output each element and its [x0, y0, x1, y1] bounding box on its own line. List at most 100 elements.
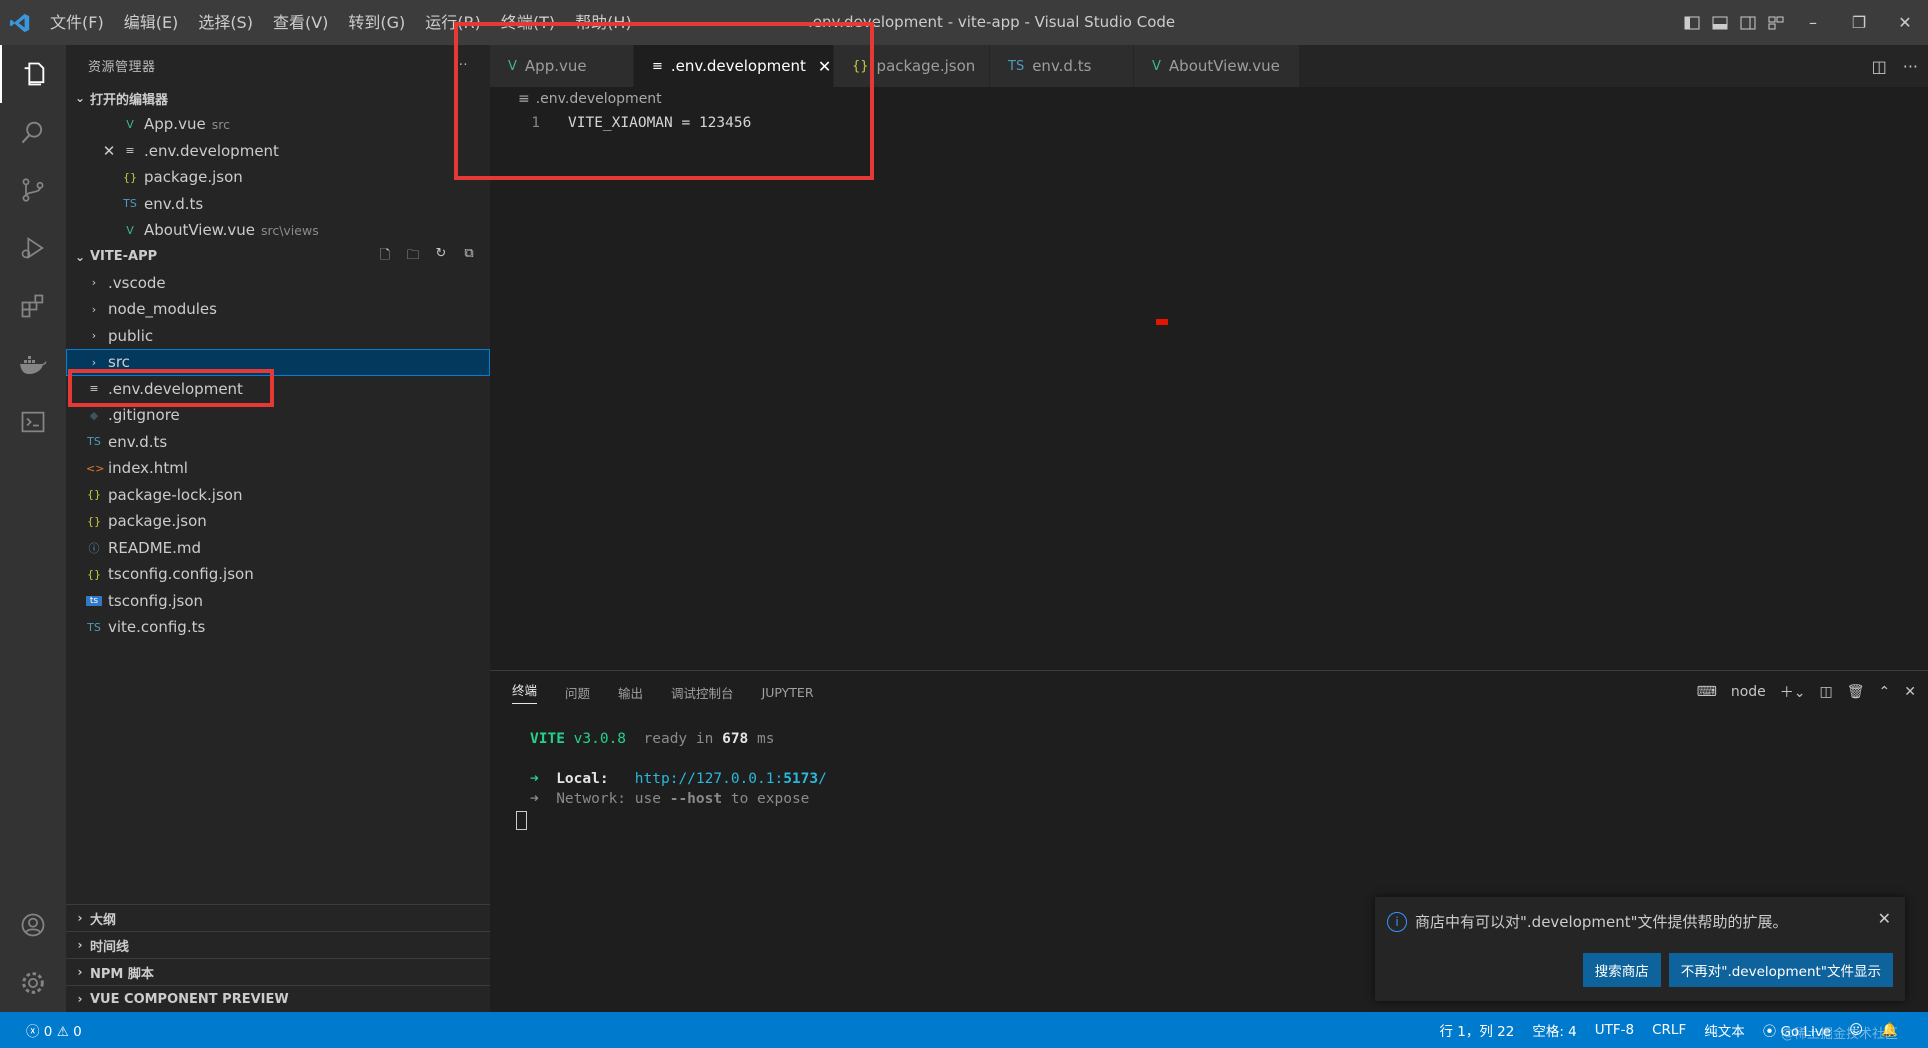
- tab-jupyter[interactable]: JUPYTER: [762, 685, 814, 700]
- tab-aboutview-vue[interactable]: V AboutView.vue: [1134, 45, 1300, 87]
- notification-buttons: 搜索商店 不再对".development"文件显示: [1582, 953, 1893, 987]
- open-editor-item[interactable]: TS env.d.ts: [66, 191, 490, 218]
- menu-selection[interactable]: 选择(S): [188, 0, 263, 45]
- editor-tabs: V App.vue ≡ .env.development ✕ {} packag…: [490, 45, 1928, 87]
- vue-preview-section[interactable]: › VUE COMPONENT PREVIEW: [66, 985, 490, 1012]
- folder-item-selected[interactable]: › src: [66, 349, 490, 376]
- project-section[interactable]: ⌄ VITE-APP 🗋 🗀 ↻ ⧉: [66, 244, 490, 270]
- menu-help[interactable]: 帮助(H): [565, 0, 642, 45]
- end-of-line[interactable]: CRLF: [1652, 1022, 1686, 1038]
- tab-env-d-ts[interactable]: TS env.d.ts: [990, 45, 1134, 87]
- file-item[interactable]: {} package-lock.json: [66, 482, 490, 509]
- folder-name: src: [108, 353, 130, 372]
- docker-icon[interactable]: [0, 335, 66, 393]
- collapse-all-icon[interactable]: ⧉: [458, 246, 480, 268]
- toggle-panel-icon[interactable]: [1706, 9, 1734, 37]
- terminal-view-icon[interactable]: [0, 393, 66, 451]
- open-editor-item[interactable]: {} package.json: [66, 164, 490, 191]
- title-controls: – ❐ ✕: [1678, 0, 1928, 45]
- tab-output[interactable]: 输出: [618, 683, 643, 702]
- open-editor-item[interactable]: V AboutView.vue src\views: [66, 217, 490, 244]
- menu-edit[interactable]: 编辑(E): [114, 0, 189, 45]
- account-icon[interactable]: [0, 896, 66, 954]
- language-mode[interactable]: 纯文本: [1704, 1020, 1745, 1040]
- status-bar: ⓧ 0 ⚠ 0 行 1，列 22 空格: 4 UTF-8 CRLF 纯文本 ⦿ …: [0, 1012, 1928, 1048]
- explorer-icon[interactable]: [0, 45, 66, 103]
- chevron-down-icon: ⌄: [74, 249, 86, 264]
- close-panel-icon[interactable]: ✕: [1904, 684, 1916, 700]
- split-terminal-icon[interactable]: ◫: [1820, 684, 1833, 700]
- close-tab-icon[interactable]: ✕: [818, 57, 831, 76]
- more-actions-icon[interactable]: ···: [454, 58, 468, 73]
- split-editor-icon[interactable]: ◫: [1872, 57, 1887, 76]
- menu-go[interactable]: 转到(G): [338, 0, 415, 45]
- problems-status[interactable]: ⓧ 0 ⚠ 0: [26, 1020, 82, 1040]
- trash-icon[interactable]: 🗑: [1847, 684, 1865, 700]
- tab-package-json[interactable]: {} package.json: [834, 45, 990, 87]
- tab-terminal[interactable]: 终端: [512, 680, 538, 704]
- file-item[interactable]: ◆ .gitignore: [66, 402, 490, 429]
- dont-show-again-button[interactable]: 不再对".development"文件显示: [1668, 953, 1893, 987]
- breadcrumb[interactable]: ≡ .env.development: [490, 87, 1928, 111]
- menu-view[interactable]: 查看(V): [263, 0, 338, 45]
- search-marketplace-button[interactable]: 搜索商店: [1582, 953, 1661, 987]
- customize-layout-icon[interactable]: [1762, 9, 1790, 37]
- ts-file-icon: TS: [87, 435, 101, 449]
- file-item[interactable]: TS env.d.ts: [66, 429, 490, 456]
- term-local-port[interactable]: 5173: [783, 771, 818, 787]
- open-editor-item[interactable]: V App.vue src: [66, 111, 490, 138]
- terminal-output[interactable]: VITE v3.0.8 ready in 678 ms ➜ Local: htt…: [490, 731, 1928, 831]
- extensions-icon[interactable]: [0, 277, 66, 335]
- code-editor[interactable]: 1 VITE_XIAOMAN = 123456: [490, 111, 1928, 135]
- close-window-icon[interactable]: ✕: [1882, 0, 1928, 45]
- indentation[interactable]: 空格: 4: [1532, 1020, 1576, 1040]
- tab-env-development[interactable]: ≡ .env.development ✕: [634, 45, 834, 87]
- settings-gear-icon[interactable]: [0, 954, 66, 1012]
- tab-app-vue[interactable]: V App.vue: [490, 45, 634, 87]
- term-local-url[interactable]: http://127.0.0.1:: [635, 771, 783, 787]
- menu-run[interactable]: 运行(R): [415, 0, 491, 45]
- cursor-position[interactable]: 行 1，列 22: [1439, 1020, 1514, 1040]
- restore-icon[interactable]: ❐: [1836, 0, 1882, 45]
- file-item[interactable]: ⓘ README.md: [66, 535, 490, 562]
- more-actions-icon[interactable]: ···: [1903, 57, 1918, 76]
- toggle-secondary-sidebar-icon[interactable]: [1734, 9, 1762, 37]
- source-control-icon[interactable]: [0, 161, 66, 219]
- term-local-url-end[interactable]: /: [818, 771, 827, 787]
- file-item[interactable]: <> index.html: [66, 455, 490, 482]
- folder-item[interactable]: › .vscode: [66, 270, 490, 297]
- chevron-right-icon: ›: [77, 911, 83, 925]
- close-editor-icon[interactable]: ✕: [96, 142, 122, 160]
- outline-section[interactable]: › 大纲: [66, 904, 490, 931]
- open-editors-section[interactable]: ⌄ 打开的编辑器: [66, 85, 490, 111]
- menu-terminal[interactable]: 终端(T): [491, 0, 565, 45]
- file-item[interactable]: ≡ .env.development: [66, 376, 490, 403]
- toggle-sidebar-icon[interactable]: [1678, 9, 1706, 37]
- tab-problems[interactable]: 问题: [565, 683, 590, 702]
- menu-file[interactable]: 文件(F): [40, 0, 114, 45]
- tab-debug-console[interactable]: 调试控制台: [671, 683, 734, 702]
- timeline-section[interactable]: › 时间线: [66, 931, 490, 958]
- close-notification-icon[interactable]: ✕: [1878, 909, 1891, 928]
- maximize-panel-icon[interactable]: ⌃: [1879, 684, 1891, 700]
- open-editor-item-active[interactable]: ✕ ≡ .env.development: [66, 138, 490, 165]
- file-item[interactable]: TS vite.config.ts: [66, 614, 490, 641]
- file-item[interactable]: {} package.json: [66, 508, 490, 535]
- terminal-line: ➜ Network: use --host to expose: [530, 791, 1928, 811]
- minimize-icon[interactable]: –: [1790, 0, 1836, 45]
- search-icon[interactable]: [0, 103, 66, 161]
- new-folder-icon[interactable]: 🗀: [402, 246, 424, 268]
- explorer-title: 资源管理器: [88, 59, 156, 75]
- folder-item[interactable]: › node_modules: [66, 296, 490, 323]
- folder-item[interactable]: › public: [66, 323, 490, 350]
- run-debug-icon[interactable]: [0, 219, 66, 277]
- refresh-icon[interactable]: ↻: [430, 246, 452, 268]
- file-name: package.json: [108, 512, 207, 531]
- new-file-icon[interactable]: 🗋: [374, 246, 396, 268]
- npm-scripts-section[interactable]: › NPM 脚本: [66, 958, 490, 985]
- file-item[interactable]: ts tsconfig.json: [66, 588, 490, 615]
- new-terminal-icon[interactable]: ＋⌄: [1780, 682, 1806, 702]
- file-item[interactable]: {} tsconfig.config.json: [66, 561, 490, 588]
- encoding[interactable]: UTF-8: [1595, 1022, 1634, 1038]
- terminal-shell-label[interactable]: node: [1731, 684, 1766, 700]
